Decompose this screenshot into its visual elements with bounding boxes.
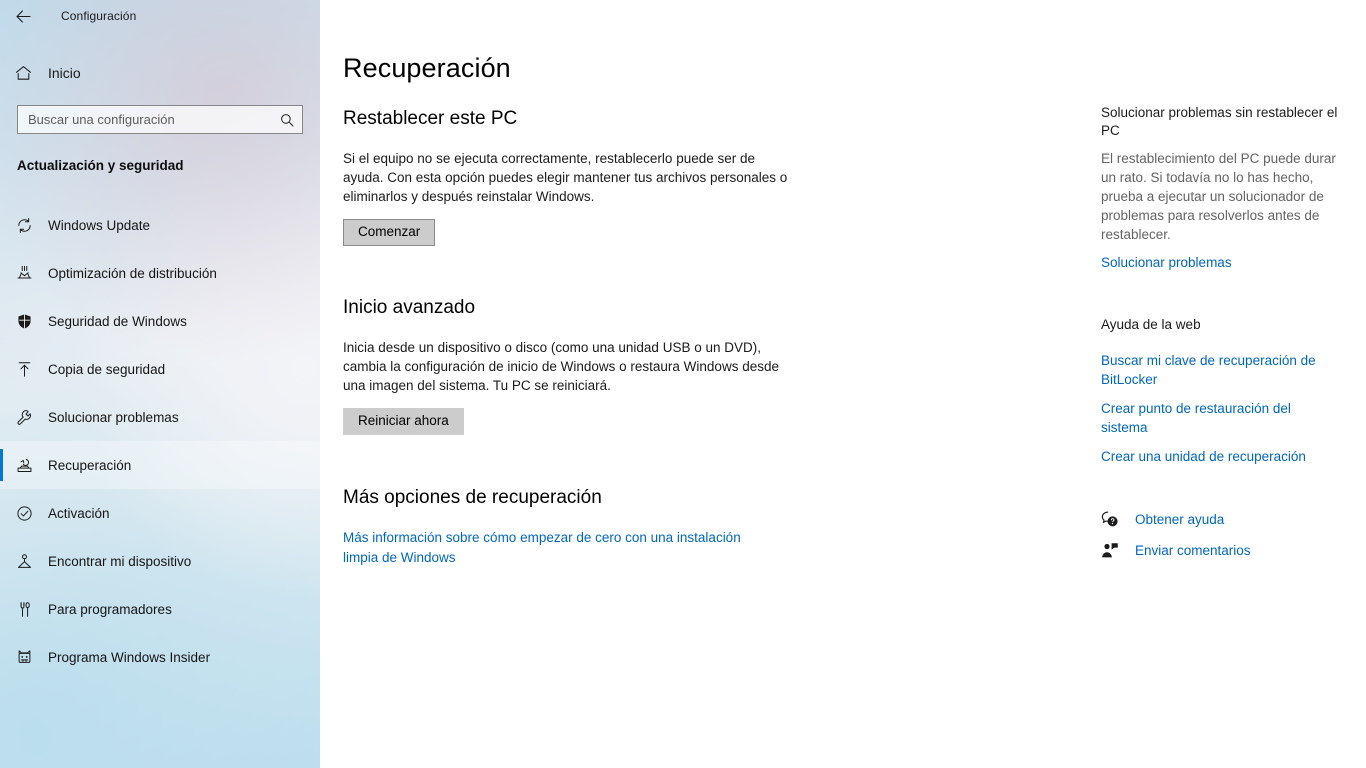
sidebar-item-label: Activación: [48, 505, 110, 521]
rail-link-troubleshoot[interactable]: Solucionar problemas: [1101, 253, 1341, 272]
restart-now-button[interactable]: Reiniciar ahora: [343, 408, 464, 435]
rail-link-bitlocker-key[interactable]: Buscar mi clave de recuperación de BitLo…: [1101, 351, 1341, 389]
sidebar-item-troubleshoot[interactable]: Solucionar problemas: [0, 393, 320, 441]
section-body: Si el equipo no se ejecuta correctamente…: [343, 151, 788, 204]
section-heading: Restablecer este PC: [343, 108, 518, 129]
refresh-icon: [0, 217, 48, 234]
back-arrow-icon: [15, 9, 31, 23]
sidebar-item-label: Windows Update: [48, 217, 151, 233]
sidebar-nav-list: Windows Update Optimización de distribuc…: [0, 201, 320, 681]
rail-troubleshoot-block: Solucionar problemas sin restablecer el …: [1101, 104, 1341, 272]
sidebar-item-delivery-optimization[interactable]: Optimización de distribución: [0, 249, 320, 297]
window-title: Configuración: [61, 9, 137, 23]
sidebar-item-label: Encontrar mi dispositivo: [48, 553, 192, 569]
sidebar-item-label: Optimización de distribución: [48, 265, 217, 281]
question-bubble-icon: [1101, 511, 1135, 528]
rail-heading: Ayuda de la web: [1101, 317, 1201, 332]
rail-web-help-block: Ayuda de la web Buscar mi clave de recup…: [1101, 316, 1341, 466]
developer-tools-icon: [0, 601, 48, 618]
home-icon: [0, 65, 46, 81]
section-heading: Inicio avanzado: [343, 297, 476, 318]
sidebar-item-backup[interactable]: Copia de seguridad: [0, 345, 320, 393]
settings-window: Configuración Inicio Actualización y seg…: [0, 0, 1366, 768]
clean-install-info-link[interactable]: Más información sobre cómo empezar de ce…: [343, 528, 763, 568]
rail-link-restore-point[interactable]: Crear punto de restauración del sistema: [1101, 399, 1341, 437]
sidebar-item-label: Para programadores: [48, 601, 172, 617]
sidebar-item-windows-security[interactable]: Seguridad de Windows: [0, 297, 320, 345]
check-circle-icon: [0, 505, 48, 522]
sidebar-item-label: Programa Windows Insider: [48, 649, 211, 665]
recovery-icon: [0, 457, 48, 474]
section-reset-this-pc: Restablecer este PC Si el equipo no se e…: [343, 108, 793, 246]
section-advanced-startup: Inicio avanzado Inicia desde un disposit…: [343, 297, 793, 435]
search-input[interactable]: [18, 106, 272, 133]
sidebar-item-activation[interactable]: Activación: [0, 489, 320, 537]
back-button[interactable]: [0, 0, 46, 32]
send-feedback-label: Enviar comentarios: [1135, 543, 1251, 558]
section-heading: Más opciones de recuperación: [343, 487, 602, 508]
send-feedback-row[interactable]: Enviar comentarios: [1101, 535, 1341, 566]
shield-icon: [0, 313, 48, 330]
feedback-person-icon: [1101, 542, 1135, 559]
delivery-optimization-icon: [0, 265, 48, 282]
sidebar-item-find-my-device[interactable]: Encontrar mi dispositivo: [0, 537, 320, 585]
navigation-sidebar: Configuración Inicio Actualización y seg…: [0, 0, 320, 768]
search-box[interactable]: [17, 105, 303, 134]
insider-cat-icon: [0, 649, 48, 666]
rail-support-block: Obtener ayuda Enviar comentarios: [1101, 504, 1341, 566]
sidebar-item-windows-update[interactable]: Windows Update: [0, 201, 320, 249]
section-body: Inicia desde un dispositivo o disco (com…: [343, 340, 779, 393]
sidebar-item-for-developers[interactable]: Para programadores: [0, 585, 320, 633]
find-my-device-icon: [0, 553, 48, 570]
sidebar-item-label: Solucionar problemas: [48, 409, 179, 425]
get-help-label: Obtener ayuda: [1135, 512, 1225, 527]
sidebar-item-label: Recuperación: [48, 457, 132, 473]
get-help-row[interactable]: Obtener ayuda: [1101, 504, 1341, 535]
sidebar-item-label: Copia de seguridad: [48, 361, 166, 377]
rail-link-recovery-drive[interactable]: Crear una unidad de recuperación: [1101, 447, 1341, 466]
sidebar-home-label: Inicio: [48, 65, 81, 81]
get-started-button[interactable]: Comenzar: [343, 219, 436, 246]
wrench-icon: [0, 409, 48, 426]
search-icon[interactable]: [272, 106, 302, 133]
page-title: Recuperación: [343, 53, 511, 83]
sidebar-item-home[interactable]: Inicio: [0, 58, 320, 88]
sidebar-item-recovery[interactable]: Recuperación: [0, 441, 320, 489]
backup-upload-icon: [0, 361, 48, 378]
sidebar-item-label: Seguridad de Windows: [48, 313, 187, 329]
rail-body: El restablecimiento del PC puede durar u…: [1101, 151, 1336, 242]
titlebar: Configuración: [0, 0, 320, 32]
rail-heading: Solucionar problemas sin restablecer el …: [1101, 105, 1338, 138]
sidebar-category-header: Actualización y seguridad: [17, 158, 184, 173]
section-more-recovery-options: Más opciones de recuperación Más informa…: [343, 487, 763, 568]
sidebar-item-windows-insider[interactable]: Programa Windows Insider: [0, 633, 320, 681]
